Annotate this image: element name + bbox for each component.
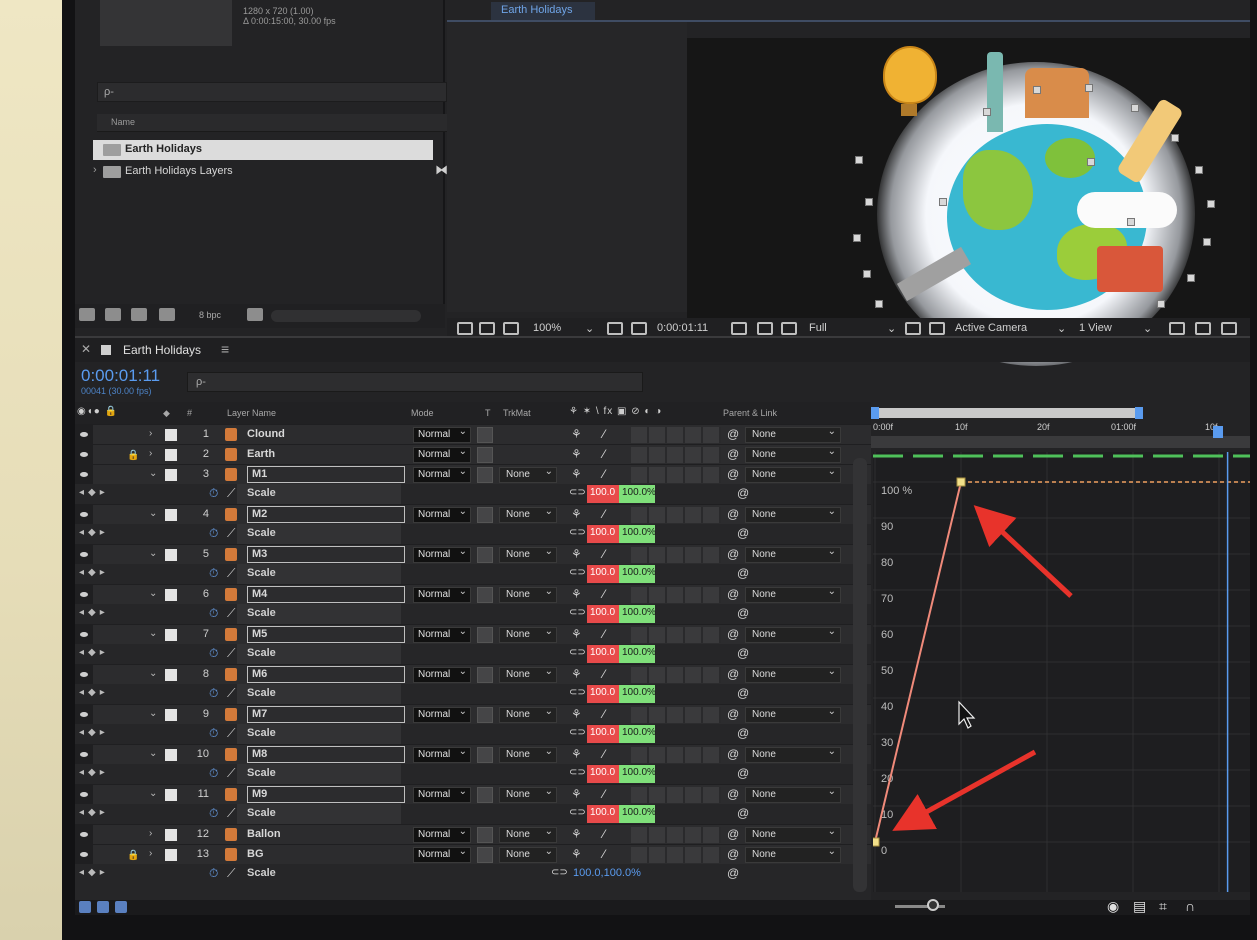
wall-background: [0, 0, 62, 940]
arrow-to-bottom-keyframe: [892, 749, 1037, 831]
after-effects-window: 1280 x 720 (1.00) Δ 0:00:15:00, 30.00 fp…: [75, 0, 1250, 915]
arrow-to-top-keyframe: [973, 505, 1073, 598]
annotation-arrows: [892, 505, 1073, 831]
